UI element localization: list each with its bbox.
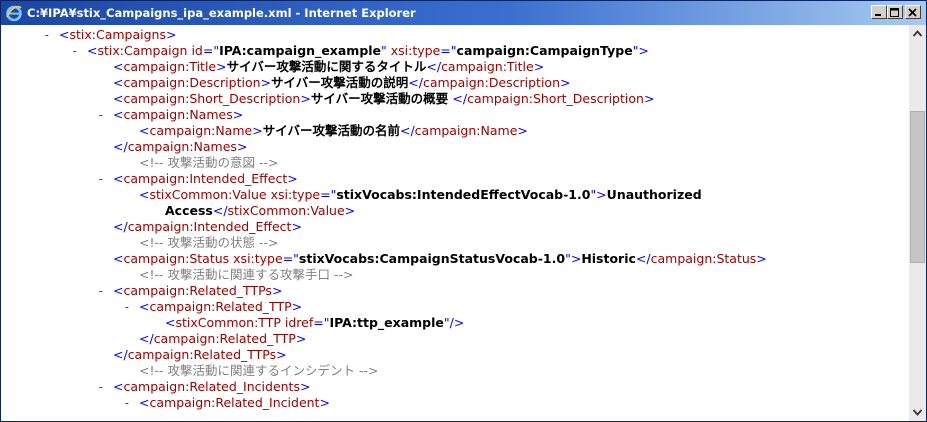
- xml-line: <campaign:Short_Description>サイバー攻撃活動の概要 …: [113, 91, 655, 106]
- vertical-scrollbar[interactable]: [909, 25, 926, 421]
- browser-window: C:¥IPA¥stix_Campaigns_ipa_example.xml - …: [0, 0, 927, 422]
- xml-line: <campaign:Related_TTPs>: [113, 283, 283, 298]
- xml-comment: <!-- 攻撃活動の状態 -->: [139, 235, 279, 250]
- maximize-icon: [890, 8, 899, 17]
- scrollbar-thumb[interactable]: [910, 111, 925, 263]
- xml-line: <campaign:Related_Incident>: [139, 395, 330, 410]
- xml-line: <campaign:Status xsi:type="stixVocabs:Ca…: [113, 251, 767, 266]
- minimize-icon: [875, 14, 881, 16]
- chevron-down-icon: [912, 409, 923, 416]
- xml-line: <stixCommon:Value xsi:type="stixVocabs:I…: [139, 187, 702, 202]
- xml-comment: <!-- 攻撃活動の意図 -->: [139, 155, 279, 170]
- xml-comment: <!-- 攻撃活動に関連するインシデント -->: [139, 363, 379, 378]
- chevron-up-icon: [912, 30, 923, 37]
- xml-document-view: - <stix:Campaigns> - <stix:Campaign id="…: [1, 25, 909, 421]
- xml-line: <stix:Campaign id="IPA:campaign_example"…: [87, 43, 649, 58]
- scroll-down-button[interactable]: [909, 404, 926, 421]
- close-button[interactable]: [905, 5, 921, 19]
- xml-comment: <!-- 攻撃活動に関連する攻撃手口 -->: [139, 267, 354, 282]
- xml-line: <campaign:Title>サイバー攻撃活動に関するタイトル</campai…: [113, 59, 545, 74]
- xml-line: Access</stixCommon:Value>: [165, 203, 356, 218]
- collapse-toggle[interactable]: -: [97, 379, 105, 395]
- xml-line: </campaign:Intended_Effect>: [113, 219, 302, 234]
- title-bar[interactable]: C:¥IPA¥stix_Campaigns_ipa_example.xml - …: [1, 1, 926, 25]
- collapse-toggle[interactable]: -: [43, 27, 51, 43]
- maximize-button[interactable]: [887, 5, 903, 19]
- xml-line: </campaign:Related_TTP>: [139, 331, 307, 346]
- xml-line: <campaign:Related_Incidents>: [113, 379, 311, 394]
- xml-line: </campaign:Names>: [113, 139, 248, 154]
- close-icon: [908, 8, 917, 17]
- xml-line: <campaign:Names>: [113, 107, 244, 122]
- xml-line: </campaign:Related_TTPs>: [113, 347, 287, 362]
- collapse-toggle[interactable]: -: [123, 395, 131, 411]
- xml-line: <campaign:Name>サイバー攻撃活動の名前</campaign:Nam…: [139, 123, 528, 138]
- collapse-toggle[interactable]: -: [97, 283, 105, 299]
- xml-line: <campaign:Related_TTP>: [139, 299, 303, 314]
- collapse-toggle[interactable]: -: [123, 299, 131, 315]
- collapse-toggle[interactable]: -: [97, 171, 105, 187]
- scroll-up-button[interactable]: [909, 25, 926, 42]
- collapse-toggle[interactable]: -: [71, 43, 79, 59]
- xml-line: <campaign:Description>サイバー攻撃活動の説明</campa…: [113, 75, 571, 90]
- xml-line: <campaign:Intended_Effect>: [113, 171, 298, 186]
- minimize-button[interactable]: [871, 5, 887, 19]
- window-title: C:¥IPA¥stix_Campaigns_ipa_example.xml - …: [27, 6, 416, 20]
- xml-line: <stix:Campaigns>: [59, 27, 177, 42]
- xml-line: <stixCommon:TTP idref="IPA:ttp_example"/…: [165, 315, 465, 330]
- collapse-toggle[interactable]: -: [97, 107, 105, 123]
- internet-explorer-icon: [6, 5, 22, 22]
